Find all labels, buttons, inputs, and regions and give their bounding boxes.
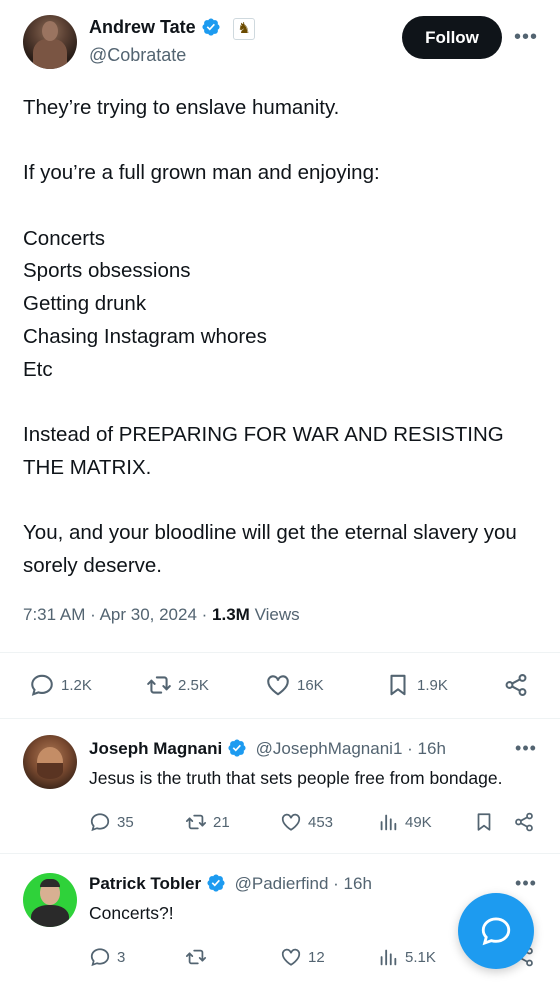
repost-button[interactable]: 21 — [185, 807, 230, 837]
avatar[interactable] — [23, 735, 77, 789]
bookmark-button[interactable]: 1.9K — [385, 665, 448, 705]
reply-author-handle[interactable]: @Padierfind — [235, 874, 329, 893]
heart-icon — [281, 948, 301, 966]
tweet-line: They’re trying to enslave humanity. — [23, 96, 340, 119]
like-count: 453 — [308, 813, 334, 831]
follow-button[interactable]: Follow — [402, 16, 502, 59]
like-count: 16K — [297, 676, 324, 694]
verified-badge-icon — [202, 18, 220, 36]
reply-button[interactable]: 1.2K — [29, 665, 92, 705]
tweet-meta: 7:31 AM · Apr 30, 2024 · 1.3M Views — [23, 605, 300, 625]
views-count: 49K — [405, 813, 432, 831]
verified-badge-icon — [228, 739, 246, 757]
share-button[interactable] — [503, 665, 529, 705]
avatar-hair — [40, 879, 60, 887]
verified-badge-icon — [207, 874, 225, 892]
like-button[interactable]: 16K — [265, 665, 324, 705]
bookmark-button[interactable] — [473, 807, 495, 837]
share-icon — [515, 812, 533, 832]
tweet-line: Getting drunk — [23, 292, 147, 316]
tweet-date[interactable]: Apr 30, 2024 — [100, 605, 197, 624]
reply-button[interactable]: 35 — [89, 807, 134, 837]
tweet-line-break — [23, 386, 543, 419]
chat-bubble-icon — [481, 917, 511, 946]
reply-icon — [31, 674, 53, 696]
tweet-text: They’re trying to enslave humanity. If y… — [23, 92, 543, 582]
like-count: 12 — [308, 948, 325, 966]
reply-button[interactable]: 3 — [89, 942, 125, 972]
avatar[interactable] — [23, 15, 77, 69]
tweet-time[interactable]: 7:31 AM — [23, 605, 85, 624]
reply-author-name[interactable]: Patrick Tobler — [89, 874, 201, 893]
reply-count: 3 — [117, 948, 126, 966]
avatar-figure-torso — [33, 39, 67, 69]
tweet-line-break — [23, 190, 543, 223]
repost-count: 2.5K — [178, 676, 209, 694]
share-button[interactable] — [513, 807, 535, 837]
views-label: Views — [254, 605, 300, 624]
bookmark-icon — [477, 813, 491, 831]
tweet-line: Chasing Instagram whores — [23, 324, 267, 348]
tweet-action-bar: 1.2K 2.5K 16K 1.9K — [0, 665, 560, 705]
reply-icon — [90, 948, 110, 967]
reply-author-handle[interactable]: @JosephMagnani1 — [256, 739, 403, 758]
chess-knight-icon: ♞ — [233, 18, 255, 40]
more-options-icon[interactable]: ••• — [513, 873, 539, 894]
divider — [0, 652, 560, 653]
tweet-header: Andrew Tate ♞ @Cobratate Follow ••• — [0, 0, 560, 80]
views-count: 1.3M — [212, 605, 250, 624]
author-name-row[interactable]: Andrew Tate — [89, 17, 221, 38]
tweet-line: You, and your bloodline will get the ete… — [23, 521, 517, 577]
repost-icon — [185, 949, 207, 965]
tweet-line: Instead of PREPARING FOR WAR AND RESISTI… — [23, 422, 504, 479]
repost-count: 21 — [213, 813, 230, 831]
meta-separator: · — [333, 874, 344, 893]
reply-author-row[interactable]: Patrick Tobler @Padierfind · 16h — [89, 873, 372, 894]
like-button[interactable]: 12 — [280, 942, 325, 972]
reply-age[interactable]: 16h — [418, 739, 446, 758]
reply-text: Concerts?! — [89, 903, 174, 923]
reply-tweet[interactable]: Joseph Magnani @JosephMagnani1 · 16h •••… — [0, 718, 560, 853]
share-icon — [505, 674, 527, 696]
heart-icon — [281, 813, 301, 831]
tweet-line-break — [23, 484, 543, 517]
meta-separator: · — [90, 605, 100, 624]
tweet-line: If you’re a full grown man and enjoying: — [23, 161, 380, 185]
repost-icon — [185, 814, 207, 830]
author-name[interactable]: Andrew Tate — [89, 17, 196, 37]
heart-icon — [267, 675, 289, 696]
tweet-line: Concerts — [23, 226, 106, 250]
reply-author-row[interactable]: Joseph Magnani @JosephMagnani1 · 16h — [89, 738, 446, 759]
tweet-line: Sports obsessions — [23, 259, 191, 283]
author-handle[interactable]: @Cobratate — [89, 45, 186, 66]
reply-text: Jesus is the truth that sets people free… — [89, 768, 503, 788]
reply-count: 35 — [117, 813, 134, 831]
analytics-icon — [380, 949, 397, 966]
reply-age[interactable]: 16h — [344, 874, 372, 893]
reply-count: 1.2K — [61, 676, 92, 694]
repost-button[interactable]: 2.5K — [146, 665, 209, 705]
avatar[interactable] — [23, 873, 77, 927]
bookmark-icon — [390, 674, 406, 696]
repost-icon — [147, 676, 171, 694]
like-button[interactable]: 453 — [280, 807, 333, 837]
bookmark-count: 1.9K — [417, 676, 448, 694]
views-button[interactable]: 5.1K — [377, 942, 436, 972]
compose-reply-button[interactable] — [458, 893, 534, 969]
analytics-icon — [380, 814, 397, 831]
tweet-line-break — [23, 125, 543, 158]
avatar-shirt — [31, 905, 69, 927]
meta-separator: · — [407, 739, 418, 758]
reply-icon — [90, 813, 110, 832]
more-options-icon[interactable]: ••• — [513, 738, 539, 759]
avatar-figure-head — [42, 21, 58, 41]
avatar-beard — [37, 763, 63, 779]
tweet-line: Etc — [23, 357, 53, 381]
more-options-icon[interactable]: ••• — [513, 24, 539, 50]
views-count: 5.1K — [405, 948, 436, 966]
repost-button[interactable] — [185, 942, 213, 972]
views-button[interactable]: 49K — [377, 807, 432, 837]
reply-author-name[interactable]: Joseph Magnani — [89, 739, 222, 758]
meta-separator: · — [201, 605, 213, 624]
